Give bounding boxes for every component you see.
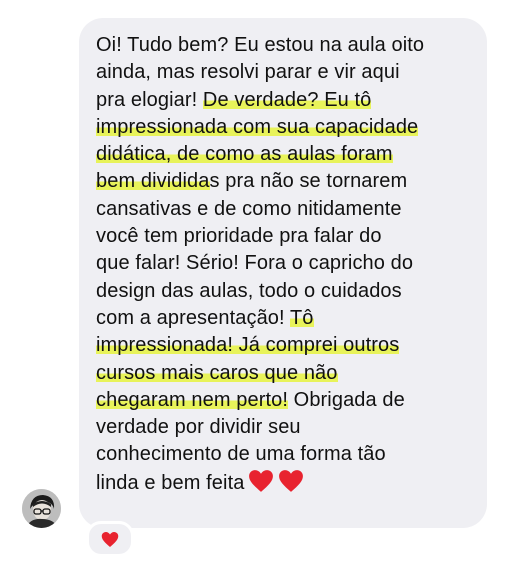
message-text-segment: pra elogiar! — [96, 88, 203, 111]
highlighted-text: De verdade? Eu tô — [202, 88, 372, 111]
message-text-segment: você tem prioridade pra falar do — [96, 225, 382, 248]
message-line: com a apresentação! Tô — [96, 305, 471, 332]
message-text-segment: ainda, mas resolvi parar e vir aqui — [96, 61, 400, 84]
message-line: pra elogiar! De verdade? Eu tô — [96, 87, 471, 114]
message-text-segment: design das aulas, todo o cuidados — [96, 279, 402, 302]
highlighted-text: bem dividida — [96, 170, 210, 193]
message-text-segment: cansativas e de como nitidamente — [96, 197, 402, 220]
message-line: conhecimento de uma forma tão — [96, 441, 471, 468]
message-text-segment: com a apresentação! — [96, 306, 290, 329]
message-line: Oi! Tudo bem? Eu estou na aula oito — [96, 32, 471, 59]
highlighted-text: impressionada com sua capacidade — [96, 115, 419, 138]
message-text-segment: conhecimento de uma forma tão — [96, 443, 386, 466]
message-line: impressionada com sua capacidade — [96, 114, 471, 141]
message-line: você tem prioridade pra falar do — [96, 223, 471, 250]
message-line: design das aulas, todo o cuidados — [96, 278, 471, 305]
highlighted-text: chegaram nem perto! — [96, 388, 288, 411]
message-text-segment: linda e bem feita — [96, 471, 245, 494]
avatar[interactable] — [22, 489, 61, 528]
red-heart-icon — [101, 531, 119, 547]
message-bubble[interactable]: Oi! Tudo bem? Eu estou na aula oito ainda… — [79, 18, 487, 528]
message-line: ainda, mas resolvi parar e vir aqui — [96, 59, 471, 86]
message-line: cansativas e de como nitidamente — [96, 196, 471, 223]
message-line: chegaram nem perto! Obrigada de — [96, 387, 471, 414]
highlighted-text: Tô — [289, 306, 314, 329]
heart-reaction-badge[interactable] — [86, 521, 134, 557]
message-text-segment: que falar! Sério! Fora o capricho do — [96, 252, 414, 275]
message-text-segment: Oi! Tudo bem? Eu estou na aula oito — [96, 34, 425, 56]
highlighted-text: didática, de como as aulas foram — [96, 143, 393, 166]
message-line: verdade por dividir seu — [96, 414, 471, 441]
message-text-segment: s pra não se tornarem — [209, 170, 408, 193]
highlighted-text: impressionada! Já comprei outros — [96, 334, 400, 357]
highlighted-text: cursos mais caros que não — [96, 361, 338, 384]
user-avatar-icon — [22, 489, 61, 528]
message-line: didática, de como as aulas foram — [96, 141, 471, 168]
message-text-segment: Obrigada de — [288, 388, 405, 411]
message-text: Oi! Tudo bem? Eu estou na aula oito ainda… — [96, 32, 471, 497]
red-heart-icon — [279, 469, 304, 492]
message-text-segment: verdade por dividir seu — [96, 416, 301, 439]
message-line: cursos mais caros que não — [96, 360, 471, 387]
message-line: impressionada! Já comprei outros — [96, 332, 471, 359]
message-line: bem divididas pra não se tornarem — [96, 168, 471, 195]
message-line: que falar! Sério! Fora o capricho do — [96, 250, 471, 277]
message-line: linda e bem feita — [96, 469, 471, 497]
red-heart-icon — [249, 469, 274, 492]
